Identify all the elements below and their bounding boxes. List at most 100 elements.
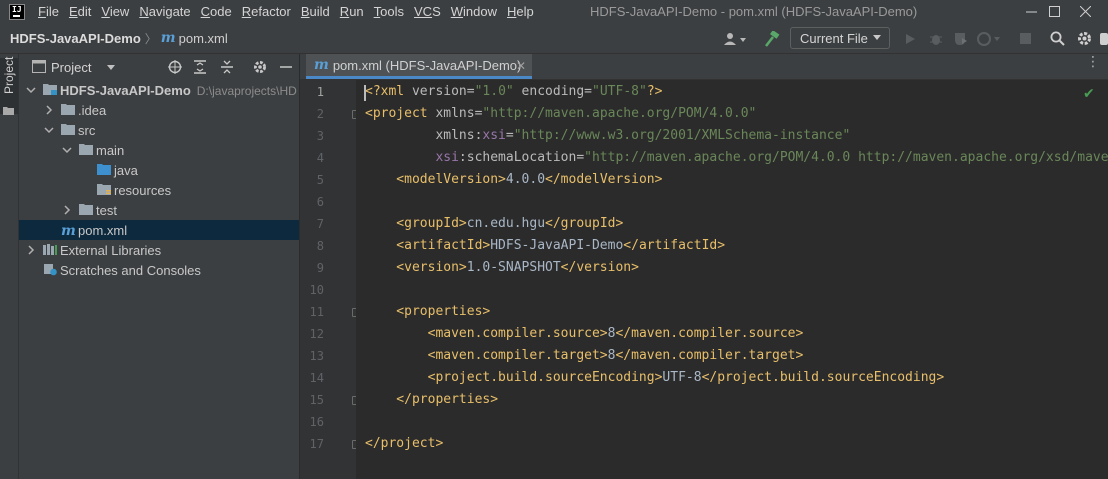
tree-item-pom-xml[interactable]: m pom.xml xyxy=(19,220,299,240)
code-token: </groupId> xyxy=(545,216,624,231)
settings-button[interactable] xyxy=(1073,23,1095,54)
project-tree: HDFS-JavaAPI-Demo D:\javaprojects\HD .idea… xyxy=(19,80,299,280)
tree-item-scratches-and-consoles[interactable]: Scratches and Consoles xyxy=(19,260,299,280)
chevron-down-icon[interactable] xyxy=(107,65,115,70)
select-opened-file-button[interactable] xyxy=(166,58,184,76)
tree-item-text: test xyxy=(96,203,117,218)
tree-item-external-libraries[interactable]: External Libraries xyxy=(19,240,299,260)
user-icon xyxy=(724,32,746,45)
panel-options-button[interactable] xyxy=(251,58,269,76)
menu-label-rest: elp xyxy=(516,4,534,19)
more-options-icon[interactable]: ⋮ xyxy=(1086,54,1100,68)
code-token: <project xyxy=(365,106,436,121)
project-window-icon xyxy=(32,60,46,73)
coverage-button[interactable] xyxy=(950,23,972,54)
window-title: HDFS-JavaAPI-Demo - pom.xml (HDFS-JavaAP… xyxy=(590,4,918,19)
line-number: 9 xyxy=(316,261,324,275)
menu-item-navigate[interactable]: Navigate xyxy=(134,0,195,23)
menu-item-build[interactable]: Build xyxy=(296,0,335,23)
tree-item-java[interactable]: java xyxy=(19,160,299,180)
code-line: <maven.compiler.target>8</maven.compiler… xyxy=(365,345,804,367)
line-number: 4 xyxy=(316,151,324,165)
code-token: encoding= xyxy=(513,84,593,99)
tree-item-label: .idea xyxy=(78,102,107,118)
menu-item-tools[interactable]: Tools xyxy=(369,0,409,23)
menu-label-rest: ode xyxy=(210,4,232,19)
tree-item-src[interactable]: src xyxy=(19,120,299,140)
code-line: </properties> xyxy=(365,389,498,411)
update-button[interactable] xyxy=(1098,23,1108,54)
menu-item-run[interactable]: Run xyxy=(335,0,369,23)
tree-item-hdfs-javaapi-demo[interactable]: HDFS-JavaAPI-Demo D:\javaprojects\HD xyxy=(19,80,299,100)
editor-tab-pom-xml[interactable]: m pom.xml (HDFS-JavaAPI-Demo) ✕ xyxy=(306,54,532,79)
tree-item-text: java xyxy=(114,163,138,178)
menu-mnemonic: VC xyxy=(414,4,433,19)
run-configuration-select[interactable]: Current File xyxy=(790,27,890,49)
build-button[interactable] xyxy=(760,23,784,54)
chevron-down-icon[interactable] xyxy=(26,85,36,95)
chevron-right-icon[interactable] xyxy=(44,105,54,115)
code-token: :schemaLocation= xyxy=(458,150,585,165)
menu-item-help[interactable]: Help xyxy=(502,0,539,23)
code-token: <maven.compiler.source> xyxy=(365,326,608,341)
code-token: version= xyxy=(411,84,475,99)
breadcrumb-project[interactable]: HDFS-JavaAPI-Demo xyxy=(10,31,141,46)
code-token: "1.0" xyxy=(474,84,514,99)
hide-panel-button[interactable] xyxy=(277,58,295,76)
menu-label-rest: ools xyxy=(380,4,405,19)
tree-item-resources[interactable]: resources xyxy=(19,180,299,200)
menu-item-edit[interactable]: Edit xyxy=(64,0,96,23)
update-icon xyxy=(1100,32,1108,45)
code-token: </project> xyxy=(365,436,444,451)
maven-icon: m xyxy=(314,57,329,73)
collapse-all-button[interactable] xyxy=(218,58,236,76)
chevron-down-icon[interactable] xyxy=(62,145,72,155)
close-window-button[interactable] xyxy=(1062,0,1108,23)
maximize-icon xyxy=(1048,6,1060,17)
code-line: <properties> xyxy=(365,301,490,323)
project-view-selector[interactable]: Project xyxy=(51,60,91,75)
tree-item-label: java xyxy=(114,162,138,178)
vcs-user-button[interactable] xyxy=(722,23,748,54)
stop-button[interactable] xyxy=(1015,23,1035,54)
code-token: "http://maven.apache.org/POM/4.0.0" xyxy=(482,106,757,121)
debug-button[interactable] xyxy=(925,23,947,54)
menu-item-vcs[interactable]: VCS xyxy=(409,0,446,23)
breadcrumb-file[interactable]: pom.xml xyxy=(179,31,228,46)
tree-item-test[interactable]: test xyxy=(19,200,299,220)
profile-button[interactable] xyxy=(975,23,1003,54)
code-line: <project.build.sourceEncoding>UTF-8</pro… xyxy=(365,367,945,389)
menu-item-view[interactable]: View xyxy=(96,0,134,23)
chevron-right-icon[interactable] xyxy=(62,205,72,215)
menu-mnemonic: R xyxy=(241,4,252,19)
run-button[interactable] xyxy=(900,23,920,54)
module-folder-icon xyxy=(43,83,59,97)
gear-icon xyxy=(254,61,266,73)
maven-icon: m xyxy=(160,30,176,46)
chevron-right-icon[interactable] xyxy=(26,245,36,255)
menu-item-code[interactable]: Code xyxy=(196,0,237,23)
folder-icon xyxy=(3,107,14,115)
project-tool-window-label[interactable]: Project xyxy=(2,57,16,94)
menu-item-file[interactable]: File xyxy=(33,0,64,23)
search-everywhere-button[interactable] xyxy=(1046,23,1068,54)
line-number: 17 xyxy=(309,437,324,451)
menu-item-refactor[interactable]: Refactor xyxy=(237,0,296,23)
code-token: 4.0.0 xyxy=(505,172,546,187)
menu-item-window[interactable]: Window xyxy=(446,0,502,23)
tree-item-idea[interactable]: .idea xyxy=(19,100,299,120)
close-tab-icon[interactable]: ✕ xyxy=(516,59,526,73)
expand-all-button[interactable] xyxy=(191,58,209,76)
code-token: </modelVersion> xyxy=(545,172,663,187)
intellij-logo-icon[interactable]: IJ xyxy=(9,3,25,20)
editor-tab-label: pom.xml (HDFS-JavaAPI-Demo) xyxy=(332,57,522,73)
collapse-all-icon xyxy=(221,60,233,74)
inspection-ok-icon[interactable]: ✔ xyxy=(1083,85,1095,102)
menu-label-rest: efactor xyxy=(251,4,291,19)
code-editor[interactable]: <?xml version="1.0" encoding="UTF-8"?> <p… xyxy=(356,80,1108,479)
code-token: <?xml xyxy=(365,84,412,99)
chevron-down-icon[interactable] xyxy=(44,125,54,135)
line-number: 1 xyxy=(316,85,324,99)
tree-item-main[interactable]: main xyxy=(19,140,299,160)
folder-icon xyxy=(61,103,77,117)
